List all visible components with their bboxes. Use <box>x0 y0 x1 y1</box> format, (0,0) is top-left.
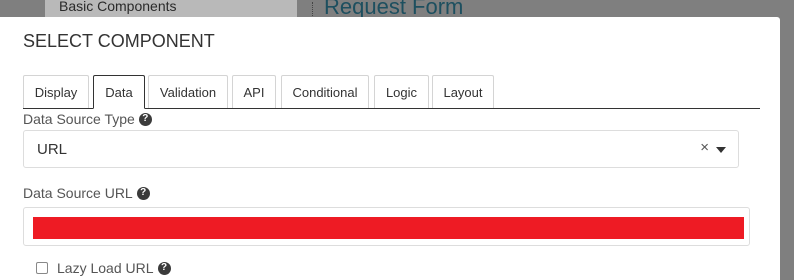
data-source-type-value: URL <box>37 141 68 158</box>
help-icon[interactable]: ? <box>136 186 150 200</box>
data-source-type-label: Data Source Type ? <box>23 111 152 127</box>
tab-bar: Display Data Validation API Conditional … <box>23 75 760 109</box>
modal-title: SELECT COMPONENT <box>23 31 215 51</box>
help-icon[interactable]: ? <box>138 112 152 126</box>
tab-conditional-label: Conditional <box>292 84 358 100</box>
tab-display-label: Display <box>34 84 78 100</box>
tab-data[interactable]: Data <box>93 75 145 109</box>
tab-display[interactable]: Display <box>23 75 89 108</box>
data-source-url-label-text: Data Source URL <box>23 185 133 201</box>
tab-validation-label: Validation <box>159 84 217 100</box>
tab-layout-label: Layout <box>443 84 483 100</box>
data-source-type-label-text: Data Source Type <box>23 111 135 127</box>
bg-sidebar-item-basic-components: Basic Components <box>59 0 177 14</box>
tab-api[interactable]: API <box>232 75 276 108</box>
lazy-load-url-row: Lazy Load URL ? <box>36 260 171 276</box>
lazy-load-url-label: Lazy Load URL <box>57 260 154 276</box>
chevron-down-icon[interactable] <box>716 147 726 153</box>
tab-api-label: API <box>243 84 265 100</box>
data-source-type-select[interactable]: URL × <box>23 130 739 168</box>
tab-data-label: Data <box>105 84 133 100</box>
lazy-load-url-checkbox[interactable] <box>36 262 48 274</box>
bg-divider <box>312 2 313 18</box>
tab-layout[interactable]: Layout <box>432 75 494 108</box>
tab-logic[interactable]: Logic <box>374 75 429 108</box>
tab-conditional[interactable]: Conditional <box>281 75 369 108</box>
data-source-url-input[interactable] <box>23 207 750 246</box>
data-source-url-label: Data Source URL ? <box>23 185 150 201</box>
redaction-block <box>33 217 744 239</box>
select-component-modal: SELECT COMPONENT Display Data Validation… <box>0 17 780 280</box>
clear-icon[interactable]: × <box>700 139 709 156</box>
help-icon[interactable]: ? <box>157 261 171 275</box>
tab-validation[interactable]: Validation <box>148 75 228 108</box>
tab-logic-label: Logic <box>385 84 418 100</box>
